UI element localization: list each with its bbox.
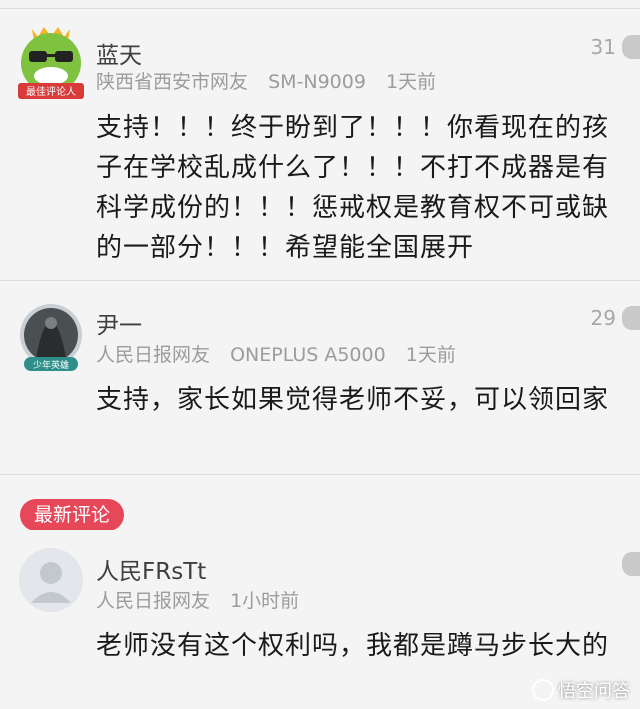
- like-button[interactable]: [622, 552, 640, 576]
- like-button[interactable]: 29: [591, 306, 640, 330]
- username[interactable]: 蓝天: [96, 36, 142, 70]
- watermark-text: 悟空问答: [558, 681, 630, 702]
- device: SM-N9009: [268, 71, 366, 93]
- location: 陕西省西安市网友: [96, 71, 249, 93]
- like-heart-icon: [622, 552, 640, 576]
- like-button[interactable]: 31: [591, 35, 640, 59]
- comment-meta: 人民日报网友 1小时前: [96, 586, 313, 613]
- username[interactable]: 尹一: [96, 306, 142, 340]
- username[interactable]: 人民FRsTt: [96, 552, 206, 586]
- device: ONEPLUS A5000: [230, 344, 386, 366]
- wukong-logo-icon: [532, 679, 554, 701]
- warrior-avatar-icon: 少年英雄: [20, 304, 82, 371]
- comment-meta: 人民日报网友 ONEPLUS A5000 1天前: [96, 340, 470, 367]
- like-count: 31: [590, 35, 616, 59]
- comment-content: 支持，家长如果觉得老师不妥，可以领回家: [96, 385, 610, 415]
- like-count: 29: [590, 306, 616, 330]
- comment-content: 老师没有这个权利吗，我都是蹲马步长大的: [96, 631, 610, 661]
- comment-item: 少年英雄 尹一 人民日报网友 ONEPLUS A5000 1天前 29 支持，家…: [0, 281, 640, 473]
- timestamp: 1小时前: [230, 590, 300, 612]
- latest-comments-badge: 最新评论: [20, 499, 125, 531]
- location: 人民日报网友: [96, 590, 211, 612]
- avatar[interactable]: 最佳评论人: [18, 23, 84, 99]
- avatar[interactable]: 少年英雄: [18, 299, 84, 371]
- location: 人民日报网友: [96, 344, 211, 366]
- frog-avatar-icon: 最佳评论人: [18, 27, 84, 99]
- timestamp: 1天前: [405, 344, 456, 366]
- timestamp: 1天前: [386, 71, 437, 93]
- like-heart-icon: [622, 306, 640, 330]
- avatar[interactable]: [18, 547, 84, 619]
- section-divider: [0, 474, 640, 475]
- comment-meta: 陕西省西安市网友 SM-N9009 1天前: [96, 67, 450, 94]
- watermark: 悟空问答: [532, 677, 630, 703]
- comment-item: 最佳评论人 蓝天 陕西省西安市网友 SM-N9009 1天前 31 支持！！！终…: [0, 9, 640, 280]
- comment-content: 支持！！！终于盼到了！！！你看现在的孩子在学校乱成什么了！！！不打不成器是有科学…: [96, 113, 610, 263]
- default-avatar-icon: [19, 548, 83, 612]
- like-heart-icon: [622, 35, 640, 59]
- avatar-badge-label: 最佳评论人: [26, 85, 76, 98]
- avatar-badge-label: 少年英雄: [33, 359, 69, 371]
